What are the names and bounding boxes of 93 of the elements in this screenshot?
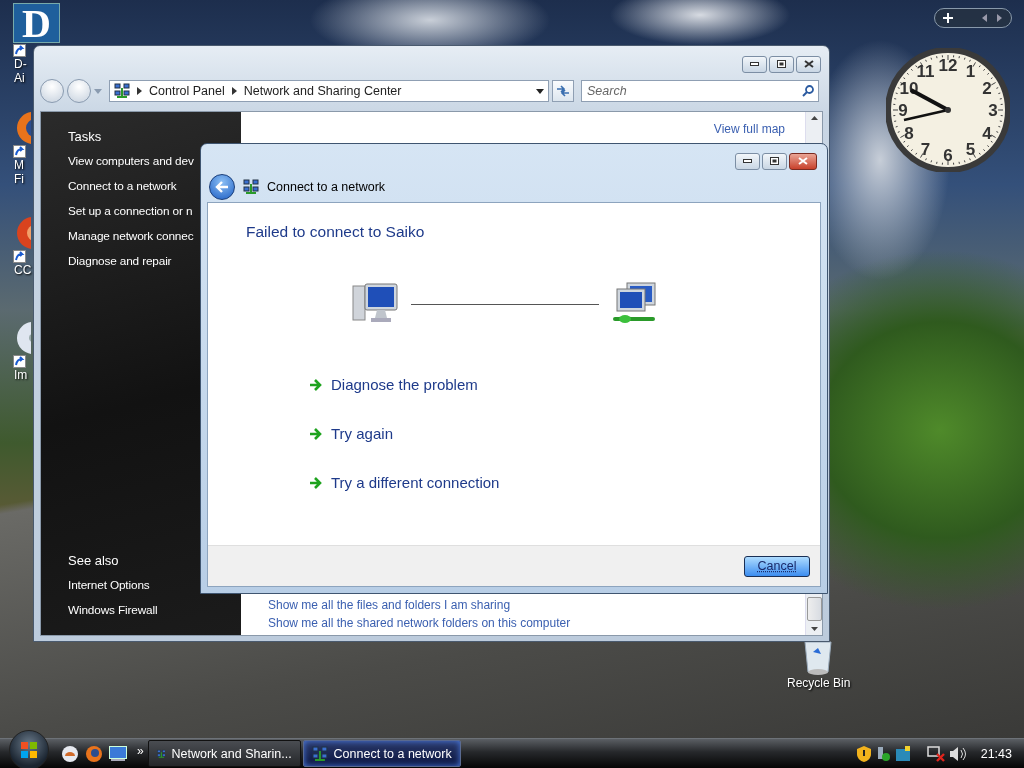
caret-icon[interactable]: [536, 88, 544, 94]
see-also-link[interactable]: Internet Options: [68, 573, 150, 598]
taskbar-button[interactable]: Connect to a network: [302, 740, 461, 767]
close-button[interactable]: [789, 152, 817, 170]
refresh-icon: [556, 85, 570, 97]
app-logo-icon[interactable]: D: [13, 3, 60, 43]
task-link[interactable]: Set up a connection or n: [68, 199, 193, 224]
address-bar[interactable]: Control Panel Network and Sharing Center: [109, 80, 549, 102]
globe-icon: [61, 744, 79, 763]
status-heading: Failed to connect to Saiko: [246, 223, 426, 241]
close-icon: [798, 157, 808, 165]
scroll-thumb[interactable]: [806, 597, 822, 621]
cancel-button[interactable]: Cancel: [744, 555, 810, 577]
close-button[interactable]: [796, 55, 821, 73]
sharing-link[interactable]: Show me all the shared network folders on this computer: [268, 614, 571, 632]
browser-icon: [85, 744, 103, 763]
clock-numeral: 11: [916, 62, 935, 81]
minimize-button[interactable]: [735, 152, 760, 170]
sharing-link[interactable]: Show me all the files and folders I am sharing: [268, 596, 511, 614]
clock-numeral: 1: [965, 62, 976, 81]
close-icon: [803, 60, 814, 68]
network-icon: [114, 83, 130, 99]
back-arrow-icon: [215, 181, 229, 193]
add-icon[interactable]: [943, 13, 953, 23]
volume-icon[interactable]: [948, 745, 967, 762]
clock-numeral: 6: [943, 146, 953, 165]
arrow-icon: [309, 477, 322, 489]
chevron-icon[interactable]: [137, 87, 142, 95]
quick-launch-button[interactable]: [109, 745, 127, 762]
clock-numeral: 2: [982, 78, 992, 98]
quick-launch-button[interactable]: [61, 744, 79, 763]
network-icon: [243, 179, 259, 195]
clock-numeral: 3: [988, 101, 998, 120]
icon-label: Fi: [14, 172, 24, 186]
chevron-icon[interactable]: [231, 87, 237, 95]
maximize-icon: [777, 60, 786, 68]
network-icon: [311, 745, 328, 762]
task-link[interactable]: Connect to a network: [68, 174, 177, 199]
task-link[interactable]: Diagnose and repair: [68, 249, 172, 274]
shortcut-arrow-icon: [13, 145, 26, 158]
task-link[interactable]: View computers and dev: [68, 149, 194, 174]
option-link[interactable]: Try a different connection: [309, 473, 500, 493]
task-link[interactable]: Manage network connec: [68, 224, 194, 249]
dialog-title: Connect to a network: [267, 180, 386, 194]
maximize-button[interactable]: [762, 152, 787, 170]
desktop-icon: [109, 745, 127, 762]
minimize-button[interactable]: [742, 55, 767, 73]
shortcut-arrow-icon: [13, 44, 26, 57]
breadcrumb-link[interactable]: Network and Sharing Center: [243, 84, 402, 98]
map-link[interactable]: View full map: [713, 120, 785, 138]
maximize-button[interactable]: [769, 55, 794, 73]
shortcut-arrow-icon: [13, 250, 26, 263]
minimize-icon: [750, 62, 759, 66]
maximize-icon: [770, 157, 779, 165]
icon-label: Recycle Bin: [787, 676, 851, 690]
pane-heading: Tasks: [68, 128, 102, 146]
taskbar-button[interactable]: Network and Sharin...: [147, 740, 301, 767]
option-link[interactable]: Diagnose the problem: [309, 375, 478, 395]
clock-numeral: 9: [898, 101, 908, 120]
option-link[interactable]: Try again: [309, 424, 393, 444]
previous-icon[interactable]: [981, 14, 989, 22]
overflow-button[interactable]: »: [137, 743, 144, 758]
clock-numeral: 7: [920, 140, 931, 159]
recycle-bin-icon[interactable]: [803, 640, 834, 676]
clock-numeral: 5: [965, 140, 976, 159]
clock-numeral: 4: [982, 123, 992, 143]
clock-numeral: 12: [938, 56, 958, 75]
icon-label: CC: [14, 263, 32, 277]
icon-label: M: [14, 158, 24, 172]
windows-logo-icon: [20, 740, 38, 759]
search-icon[interactable]: [802, 85, 814, 97]
icon-label: D-: [14, 57, 27, 71]
pane-heading: See also: [68, 552, 119, 570]
icon-label: Im: [14, 368, 28, 382]
arrow-icon: [309, 379, 322, 391]
arrow-icon: [309, 428, 322, 440]
breadcrumb-link[interactable]: Control Panel: [149, 84, 225, 98]
clock-numeral: 8: [904, 123, 914, 143]
search-field[interactable]: Search: [581, 80, 819, 102]
clock-time: 21:43: [980, 746, 1012, 761]
see-also-link[interactable]: Windows Firewall: [68, 598, 158, 623]
shield-icon[interactable]: [856, 745, 871, 762]
scroll-down-icon[interactable]: [810, 627, 818, 631]
shortcut-arrow-icon: [13, 355, 26, 368]
quick-launch-button[interactable]: [85, 744, 103, 763]
back-button[interactable]: [209, 174, 235, 200]
refresh-button[interactable]: [552, 80, 574, 102]
next-icon[interactable]: [995, 14, 1003, 22]
minimize-icon: [743, 159, 752, 163]
display-icon[interactable]: [894, 745, 911, 762]
scroll-up-icon[interactable]: [810, 116, 818, 120]
network-disconnected-icon[interactable]: [926, 745, 945, 762]
icon-label: Ai: [14, 71, 25, 85]
